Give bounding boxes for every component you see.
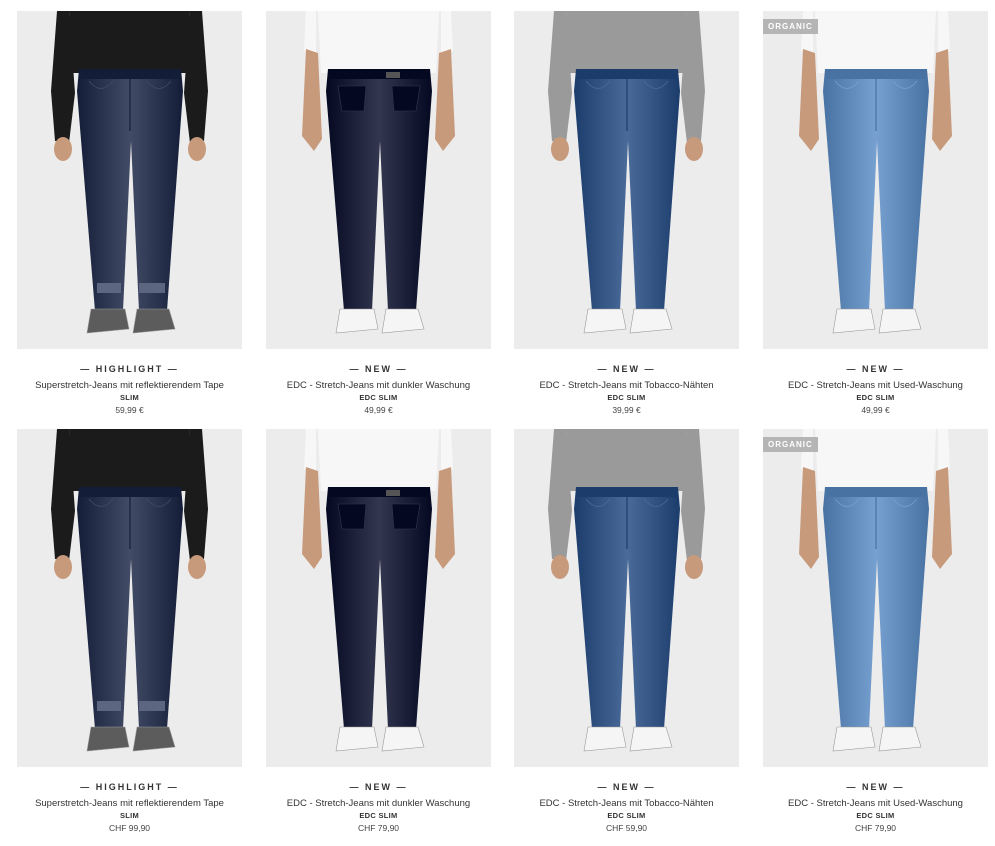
product-label: — NEW — (349, 782, 408, 792)
product-card[interactable]: — NEW — EDC - Stretch-Jeans mit Tobacco-… (514, 429, 739, 834)
product-info: — NEW — EDC - Stretch-Jeans mit dunkler … (266, 781, 491, 834)
organic-badge: ORGANIC (763, 19, 818, 34)
jeans-model-photo (514, 11, 739, 349)
product-price: 59,99 € (115, 405, 144, 415)
product-card[interactable]: — NEW — EDC - Stretch-Jeans mit dunkler … (266, 11, 491, 416)
product-image[interactable] (17, 429, 242, 767)
product-grid: — HIGHLIGHT — Superstretch-Jeans mit ref… (0, 0, 995, 846)
product-info: — NEW — EDC - Stretch-Jeans mit Tobacco-… (514, 363, 739, 416)
product-price: CHF 79,90 (357, 823, 400, 833)
organic-badge: ORGANIC (763, 437, 818, 452)
product-label: — NEW — (597, 782, 656, 792)
product-card[interactable]: — HIGHLIGHT — Superstretch-Jeans mit ref… (17, 11, 242, 416)
product-info: — NEW — EDC - Stretch-Jeans mit Used-Was… (763, 363, 988, 416)
jeans-model-photo (17, 11, 242, 349)
product-fit: EDC SLIM (607, 393, 646, 402)
product-fit: EDC SLIM (359, 393, 398, 402)
product-price: CHF 59,90 (605, 823, 648, 833)
product-label: — NEW — (349, 364, 408, 374)
product-label: — NEW — (846, 364, 905, 374)
jeans-model-photo (763, 11, 988, 349)
product-image[interactable] (514, 11, 739, 349)
product-fit: SLIM (119, 811, 140, 820)
product-info: — NEW — EDC - Stretch-Jeans mit dunkler … (266, 363, 491, 416)
product-image[interactable] (266, 429, 491, 767)
product-fit: EDC SLIM (359, 811, 398, 820)
product-card[interactable]: — NEW — EDC - Stretch-Jeans mit Tobacco-… (514, 11, 739, 416)
product-price: 49,99 € (364, 405, 393, 415)
product-fit: EDC SLIM (856, 811, 895, 820)
product-label: — HIGHLIGHT — (80, 782, 179, 792)
product-title[interactable]: EDC - Stretch-Jeans mit dunkler Waschung (266, 380, 491, 392)
product-fit: EDC SLIM (856, 393, 895, 402)
product-title[interactable]: EDC - Stretch-Jeans mit Used-Waschung (763, 798, 988, 810)
product-label: — NEW — (597, 364, 656, 374)
product-image[interactable] (17, 11, 242, 349)
product-title[interactable]: EDC - Stretch-Jeans mit Tobacco-Nähten (514, 380, 739, 392)
product-info: — NEW — EDC - Stretch-Jeans mit Tobacco-… (514, 781, 739, 834)
jeans-model-photo (266, 429, 491, 767)
product-info: — HIGHLIGHT — Superstretch-Jeans mit ref… (17, 363, 242, 416)
product-image[interactable]: ORGANIC (763, 429, 988, 767)
product-card[interactable]: ORGANIC — NEW — EDC - Stretch-Jeans mit U… (763, 429, 988, 834)
product-image[interactable] (514, 429, 739, 767)
product-title[interactable]: Superstretch-Jeans mit reflektierendem T… (17, 380, 242, 392)
product-label: — HIGHLIGHT — (80, 364, 179, 374)
product-title[interactable]: EDC - Stretch-Jeans mit dunkler Waschung (266, 798, 491, 810)
product-fit: SLIM (119, 393, 140, 402)
jeans-model-photo (17, 429, 242, 767)
product-info: — NEW — EDC - Stretch-Jeans mit Used-Was… (763, 781, 988, 834)
product-price: 49,99 € (861, 405, 890, 415)
jeans-model-photo (514, 429, 739, 767)
product-title[interactable]: Superstretch-Jeans mit reflektierendem T… (17, 798, 242, 810)
jeans-model-photo (266, 11, 491, 349)
product-card[interactable]: ORGANIC — NEW — EDC - Stretch-Jeans mit U… (763, 11, 988, 416)
jeans-model-photo (763, 429, 988, 767)
product-image[interactable]: ORGANIC (763, 11, 988, 349)
product-info: — HIGHLIGHT — Superstretch-Jeans mit ref… (17, 781, 242, 834)
product-card[interactable]: — NEW — EDC - Stretch-Jeans mit dunkler … (266, 429, 491, 834)
product-image[interactable] (266, 11, 491, 349)
product-card[interactable]: — HIGHLIGHT — Superstretch-Jeans mit ref… (17, 429, 242, 834)
product-title[interactable]: EDC - Stretch-Jeans mit Used-Waschung (763, 380, 988, 392)
product-price: 39,99 € (612, 405, 641, 415)
product-price: CHF 99,90 (108, 823, 151, 833)
product-label: — NEW — (846, 782, 905, 792)
product-price: CHF 79,90 (854, 823, 897, 833)
product-fit: EDC SLIM (607, 811, 646, 820)
product-title[interactable]: EDC - Stretch-Jeans mit Tobacco-Nähten (514, 798, 739, 810)
